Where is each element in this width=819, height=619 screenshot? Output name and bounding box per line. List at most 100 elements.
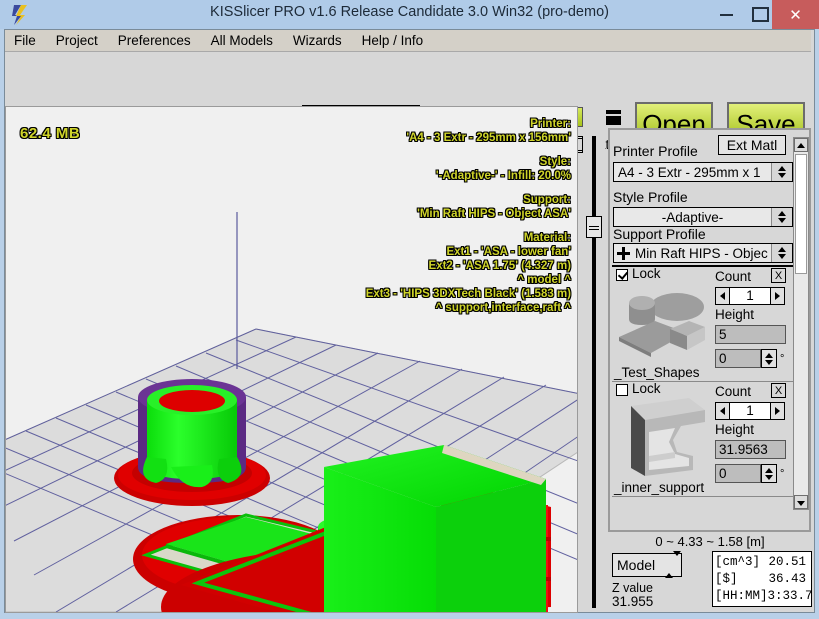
printer-profile-select[interactable]: A4 - 3 Extr - 295mm x 1 (613, 162, 793, 182)
stat-cost: [$] 36.43 (713, 571, 808, 588)
close-button[interactable]: ✕ (772, 0, 819, 29)
height-value[interactable]: 31.9563 (715, 440, 786, 459)
statistics-box: [cm^3] 20.51 [$] 36.43 [HH:MM] 3:33.7 (712, 551, 813, 607)
menu-item-help-info[interactable]: Help / Info (353, 32, 433, 50)
overlay-material-ext1: Ext1 - 'ASA - lower fan' (446, 246, 571, 258)
height-label: Height (715, 422, 755, 437)
overlay-material-support-note: ^ support,interface,raft ^ (435, 302, 571, 314)
overlay-style: Style: '-Adaptive-' - Infill: 20.0% (366, 155, 571, 183)
count-stepper[interactable]: 1 (715, 287, 785, 305)
window-title: KISSlicer PRO v1.6 Release Candidate 3.0… (210, 4, 609, 20)
scroll-up-icon[interactable] (794, 138, 808, 152)
style-profile-value: -Adaptive- (661, 209, 724, 225)
object-list-item[interactable]: Lock Paths Count X 1 (612, 267, 793, 382)
ext-matl-button[interactable]: Ext Matl (718, 135, 786, 155)
z-height-slider[interactable] (583, 108, 605, 612)
stat-time: [HH:MM] 3:33.7 (713, 588, 813, 605)
rotation-value[interactable]: 0 (715, 349, 761, 368)
chevron-updown-icon[interactable] (771, 208, 792, 226)
stat-cost-value: 36.43 (768, 572, 806, 586)
count-value[interactable]: 1 (730, 402, 770, 420)
count-label: Count (715, 269, 752, 284)
scrollbar-thumb[interactable] (795, 154, 807, 274)
overlay-support: Support: 'Min Raft HIPS - Object ASA' (366, 193, 571, 221)
model-view-value: Model (617, 557, 656, 573)
menu-item-project[interactable]: Project (47, 32, 107, 50)
count-value[interactable]: 1 (730, 287, 770, 305)
stat-volume: [cm^3] 20.51 (713, 554, 808, 571)
lock-label: Lock (632, 266, 661, 281)
object-name: _inner_support (614, 480, 705, 495)
remove-object-button[interactable]: X (771, 383, 786, 398)
memory-usage-label: 62.4 MB (20, 125, 81, 142)
object-list-scrollbar[interactable] (793, 137, 809, 510)
scroll-down-icon[interactable] (794, 495, 808, 509)
lock-paths-checkbox[interactable] (616, 384, 628, 396)
menu-item-all-models[interactable]: All Models (202, 32, 282, 50)
extrusion-range-label: 0 ~ 4.33 ~ 1.58 [m] (655, 534, 765, 549)
support-profile-value: Min Raft HIPS - Objec (635, 245, 768, 261)
support-profile-label: Support Profile (613, 226, 706, 242)
degree-symbol: ° (780, 467, 785, 480)
plus-icon (617, 246, 630, 260)
inner-support-thumbnail (615, 396, 710, 478)
chevron-updown-icon[interactable] (771, 244, 792, 262)
chevron-updown-icon[interactable] (665, 551, 681, 578)
object-name: _Test_Shapes (614, 365, 700, 380)
count-stepper[interactable]: 1 (715, 402, 785, 420)
rotation-spin-buttons[interactable] (761, 349, 777, 368)
count-label: Count (715, 384, 752, 399)
stat-volume-key: [cm^3] (715, 555, 761, 569)
menu-item-preferences[interactable]: Preferences (109, 32, 200, 50)
count-increment-button[interactable] (770, 402, 785, 420)
style-profile-label: Style Profile (613, 189, 688, 205)
overlay-printer: Printer: 'A4 - 3 Extr - 295mm x 156mm' (366, 117, 571, 145)
stat-time-value: 3:33.7 (767, 589, 813, 603)
count-decrement-button[interactable] (715, 287, 730, 305)
chevron-updown-icon[interactable] (771, 163, 792, 181)
overlay-support-value: 'Min Raft HIPS - Object ASA' (417, 208, 571, 220)
test-shapes-thumbnail (615, 281, 710, 363)
lock-paths-checkbox[interactable] (616, 269, 628, 281)
z-value-label: Z value (612, 581, 653, 595)
rotation-spin-buttons[interactable] (761, 464, 777, 483)
degree-symbol: ° (780, 352, 785, 365)
scene-info-overlay: Printer: 'A4 - 3 Extr - 295mm x 156mm' S… (366, 117, 571, 315)
printer-profile-value: A4 - 3 Extr - 295mm x 1 (618, 164, 761, 180)
overlay-support-heading: Support: (523, 194, 571, 206)
z-slider-track (592, 136, 596, 608)
menu-bar: File Project Preferences All Models Wiza… (5, 30, 811, 52)
style-profile-select[interactable]: -Adaptive- (613, 207, 793, 227)
support-profile-select[interactable]: Min Raft HIPS - Objec (613, 243, 793, 263)
menu-item-file[interactable]: File (5, 32, 45, 50)
overlay-material-ext3: Ext3 - 'HIPS 3DXTech Black' (1.583 m) (365, 288, 571, 300)
overlay-material-model-note: ^ model ^ (517, 274, 571, 286)
remove-object-button[interactable]: X (771, 268, 786, 283)
object-list-item[interactable]: Lock Paths Count X 1 Height 31.9563 (612, 381, 793, 497)
model-view-select[interactable]: Model (612, 551, 682, 578)
z-slider-handle[interactable] (586, 216, 602, 238)
title-bar: KISSlicer PRO v1.6 Release Candidate 3.0… (0, 0, 819, 29)
rotation-value[interactable]: 0 (715, 464, 761, 483)
count-decrement-button[interactable] (715, 402, 730, 420)
toolbar: Models Models+Paths Paths Extruder 3D Re… (5, 52, 811, 177)
layers-icon (606, 109, 621, 125)
stat-time-key: [HH:MM] (715, 589, 768, 603)
z-value: 31.955 (612, 594, 654, 609)
menu-item-wizards[interactable]: Wizards (284, 32, 351, 50)
overlay-style-value: '-Adaptive-' - Infill: 20.0% (435, 170, 571, 182)
rotation-stepper[interactable]: 0 ° (715, 464, 784, 483)
height-value[interactable]: 5 (715, 325, 786, 344)
overlay-style-heading: Style: (539, 156, 571, 168)
stat-cost-key: [$] (715, 572, 738, 586)
overlay-printer-heading: Printer: (530, 118, 571, 130)
overlay-printer-value: 'A4 - 3 Extr - 295mm x 156mm' (406, 132, 571, 144)
overlay-material-heading: Material: (523, 232, 571, 244)
viewport-3d[interactable]: 62.4 MB Printer: 'A4 - 3 Extr - 295mm x … (5, 106, 578, 613)
count-increment-button[interactable] (770, 287, 785, 305)
rotation-stepper[interactable]: 0 ° (715, 349, 784, 368)
overlay-material-ext2: Ext2 - 'ASA 1.75' (4.327 m) (428, 260, 571, 272)
minimize-button[interactable] (710, 0, 742, 29)
printer-profile-label: Printer Profile (613, 143, 698, 159)
height-label: Height (715, 307, 755, 322)
